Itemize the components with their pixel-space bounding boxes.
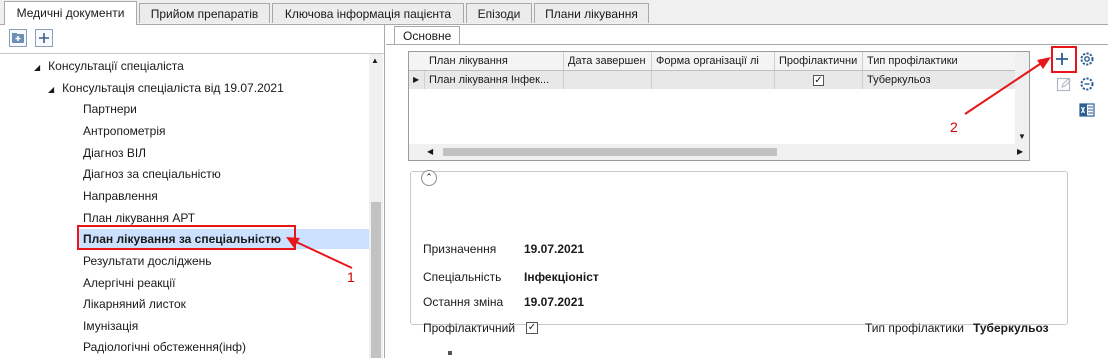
- tab-key-patient-info[interactable]: Ключова інформація пацієнта: [272, 3, 464, 23]
- tree-item-hiv-diagnosis[interactable]: Діагноз ВІЛ: [83, 143, 146, 163]
- tab-treatment-plans[interactable]: Плани лікування: [534, 3, 649, 23]
- table-row[interactable]: ▶ План лікування Інфек... ✓ Туберкульоз: [409, 71, 1029, 89]
- tree-item-specialty-diagnosis[interactable]: Діагноз за спеціальністю: [83, 164, 221, 184]
- left-panel: ◢ Консультації спеціаліста ◢ Консультація …: [0, 25, 385, 358]
- gear-icon: [1080, 52, 1094, 66]
- scrollbar-thumb[interactable]: [371, 202, 381, 358]
- top-tab-bar: Медичні документи Прийом препаратів Ключ…: [0, 0, 1108, 25]
- column-header-end-date[interactable]: Дата завершен: [564, 52, 652, 70]
- tree-item-allergic-reactions[interactable]: Алергічні реакції: [83, 273, 175, 293]
- tree-item-partners[interactable]: Партнери: [83, 99, 137, 119]
- preventive-label: Профілактичний: [423, 321, 516, 335]
- grid-horizontal-scrollbar[interactable]: ◀ ▶: [409, 144, 1029, 160]
- scroll-right-icon[interactable]: ▶: [1017, 147, 1023, 156]
- cell-preventive[interactable]: ✓: [775, 71, 863, 89]
- arrow-2-icon: [964, 57, 1051, 115]
- tab-medical-documents[interactable]: Медичні документи: [4, 1, 137, 25]
- preventive-detail-checkbox[interactable]: ✓: [526, 322, 538, 334]
- tree-item-radiology[interactable]: Радіологічні обстеження(інф): [83, 337, 246, 357]
- tab-main[interactable]: Основне: [394, 26, 461, 45]
- specialty-value: Інфекціоніст: [524, 270, 599, 284]
- gear-list-icon: [1080, 77, 1094, 91]
- tree-item-immunization[interactable]: Імунізація: [83, 316, 138, 336]
- column-header-form[interactable]: Форма організації лі: [652, 52, 775, 70]
- expand-arrow-icon[interactable]: ◢: [48, 80, 54, 100]
- annotation-label-2: 2: [950, 119, 958, 135]
- cell-end-date[interactable]: [564, 71, 652, 89]
- highlight-box-1: [77, 225, 296, 250]
- add-document-button[interactable]: [9, 29, 27, 47]
- edit-icon: [1056, 77, 1071, 92]
- tree-item-research-results[interactable]: Результати досліджень: [83, 251, 212, 271]
- annotation-label-1: 1: [347, 269, 355, 285]
- assigned-label: Призначення: [423, 242, 497, 256]
- tree-item-sick-leave[interactable]: Лікарняний листок: [83, 294, 186, 314]
- column-header-preventive[interactable]: Профілактични: [775, 52, 863, 70]
- preventive-checkbox[interactable]: ✓: [813, 74, 824, 86]
- tab-medication-intake[interactable]: Прийом препаратів: [139, 3, 270, 23]
- plan-details-panel: ⌃ Призначення 19.07.2021 Спеціальність І…: [410, 170, 1068, 335]
- last-change-value: 19.07.2021: [524, 295, 585, 309]
- expand-arrow-icon[interactable]: ◢: [34, 58, 40, 78]
- column-settings-button[interactable]: [1076, 73, 1098, 95]
- cell-form[interactable]: [652, 71, 775, 89]
- subtab-divider: [386, 44, 1108, 45]
- prevention-type-label: Тип профілактики: [865, 321, 964, 335]
- left-toolbar: [0, 25, 384, 54]
- prevention-type-value: Туберкульоз: [973, 321, 1049, 335]
- row-indicator-icon: ▶: [409, 71, 425, 89]
- export-excel-button[interactable]: [1076, 99, 1098, 121]
- cell-plan[interactable]: План лікування Інфек...: [425, 71, 564, 89]
- document-tree: ◢ Консультації спеціаліста ◢ Консультація …: [0, 54, 369, 358]
- tree-item-anthropometry[interactable]: Антропометрія: [83, 121, 166, 141]
- plus-icon: [39, 33, 49, 43]
- scroll-down-icon[interactable]: ▼: [1018, 132, 1026, 141]
- tree-item-consultations[interactable]: ◢ Консультації спеціаліста: [34, 56, 184, 76]
- scrollbar-thumb[interactable]: [443, 148, 777, 156]
- tree-item-referral[interactable]: Направлення: [83, 186, 158, 206]
- scroll-left-icon[interactable]: ◀: [427, 147, 433, 156]
- collapse-icon[interactable]: ⌃: [421, 170, 437, 186]
- edit-plan-button[interactable]: [1053, 73, 1075, 95]
- assigned-value: 19.07.2021: [524, 242, 585, 256]
- specialty-label: Спеціальність: [423, 270, 502, 284]
- column-header-plan[interactable]: План лікування: [425, 52, 564, 70]
- tab-episodes[interactable]: Епізоди: [466, 3, 532, 23]
- tree-vertical-scrollbar[interactable]: ▲: [369, 54, 383, 358]
- tree-item-consultation-19-07-2021[interactable]: ◢ Консультація спеціаліста від 19.07.2021: [48, 78, 284, 98]
- treatment-plans-grid: План лікування Дата завершен Форма орган…: [408, 51, 1030, 161]
- settings-button[interactable]: [1076, 48, 1098, 70]
- grid-header: План лікування Дата завершен Форма орган…: [409, 52, 1029, 71]
- add-folder-icon: [12, 33, 24, 43]
- excel-icon: [1079, 103, 1095, 117]
- partial-content-marker: [448, 351, 452, 355]
- scroll-up-icon[interactable]: ▲: [371, 56, 379, 65]
- add-button[interactable]: [35, 29, 53, 47]
- last-change-label: Остання зміна: [423, 295, 504, 309]
